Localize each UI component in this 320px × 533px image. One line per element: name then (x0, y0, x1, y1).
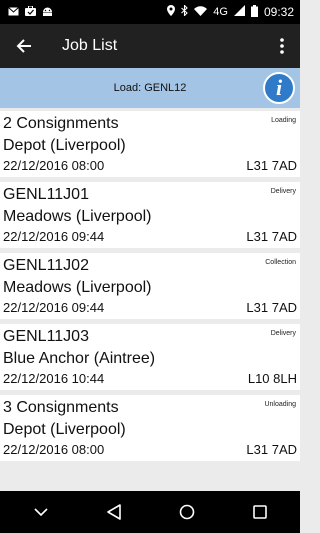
job-datetime: 22/12/2016 08:00 (3, 442, 105, 457)
job-details: 22/12/2016 09:44 L31 7AD (3, 229, 297, 245)
job-type: Delivery (270, 188, 296, 195)
home-circle-icon[interactable] (169, 497, 205, 527)
job-datetime: 22/12/2016 09:44 (3, 229, 105, 244)
info-button[interactable]: i (263, 72, 295, 104)
load-banner: Load: GENL12 i (0, 68, 300, 108)
job-datetime: 22/12/2016 09:44 (3, 300, 105, 315)
job-name: GENL11J01 (3, 186, 89, 203)
job-place: Blue Anchor (Aintree) (3, 350, 156, 367)
arrow-left-icon[interactable] (12, 34, 36, 58)
job-postcode: L31 7AD (246, 442, 297, 457)
job-place: Depot (Liverpool) (3, 137, 126, 154)
location-icon (167, 5, 176, 19)
job-type: Unloading (264, 401, 296, 408)
android-icon (42, 5, 53, 19)
chevron-down-icon[interactable] (23, 497, 59, 527)
job-details: 22/12/2016 09:44 L31 7AD (3, 300, 297, 316)
status-left (8, 5, 53, 19)
job-place: Meadows (Liverpool) (3, 279, 152, 296)
back-triangle-icon[interactable] (96, 497, 132, 527)
job-list: 2 Consignments Loading Depot (Liverpool)… (0, 108, 300, 461)
system-nav-bar (0, 491, 300, 533)
job-item[interactable]: GENL11J02 Collection Meadows (Liverpool)… (0, 253, 300, 319)
network-type: 4G (213, 6, 228, 18)
wifi-icon (194, 5, 208, 19)
status-bar: 4G 09:32 (0, 0, 300, 24)
status-time: 09:32 (263, 5, 294, 19)
bluetooth-icon (181, 4, 189, 19)
job-datetime: 22/12/2016 10:44 (3, 371, 105, 386)
job-name: GENL11J02 (3, 257, 89, 274)
job-postcode: L10 8LH (247, 371, 297, 386)
job-postcode: L31 7AD (246, 300, 297, 315)
battery-icon (250, 4, 258, 20)
job-type: Loading (271, 117, 296, 124)
briefcase-icon (25, 5, 36, 19)
job-item[interactable]: GENL11J01 Delivery Meadows (Liverpool) 2… (0, 182, 300, 248)
job-item[interactable]: 2 Consignments Loading Depot (Liverpool)… (0, 111, 300, 177)
app-bar: Job List (0, 24, 300, 68)
mail-icon (8, 5, 19, 19)
job-name: 3 Consignments (3, 399, 119, 416)
recents-square-icon[interactable] (242, 497, 278, 527)
job-item[interactable]: 3 Consignments Unloading Depot (Liverpoo… (0, 395, 300, 461)
job-type: Delivery (270, 330, 296, 337)
job-place: Meadows (Liverpool) (3, 208, 152, 225)
job-place: Depot (Liverpool) (3, 421, 126, 438)
job-postcode: L31 7AD (246, 158, 297, 173)
job-type: Collection (265, 259, 296, 266)
job-details: 22/12/2016 08:00 L31 7AD (3, 158, 297, 174)
job-datetime: 22/12/2016 08:00 (3, 158, 105, 173)
job-name: 2 Consignments (3, 115, 119, 132)
job-name: GENL11J03 (3, 328, 89, 345)
job-postcode: L31 7AD (246, 229, 297, 244)
page-title: Job List (62, 37, 118, 54)
job-details: 22/12/2016 08:00 L31 7AD (3, 442, 297, 458)
status-right: 4G 09:32 (167, 4, 294, 20)
signal-icon (233, 5, 245, 19)
load-label: Load: GENL12 (113, 82, 187, 94)
info-icon: i (275, 75, 283, 100)
job-item[interactable]: GENL11J03 Delivery Blue Anchor (Aintree)… (0, 324, 300, 390)
more-vert-icon[interactable] (274, 34, 290, 58)
job-details: 22/12/2016 10:44 L10 8LH (3, 371, 297, 387)
